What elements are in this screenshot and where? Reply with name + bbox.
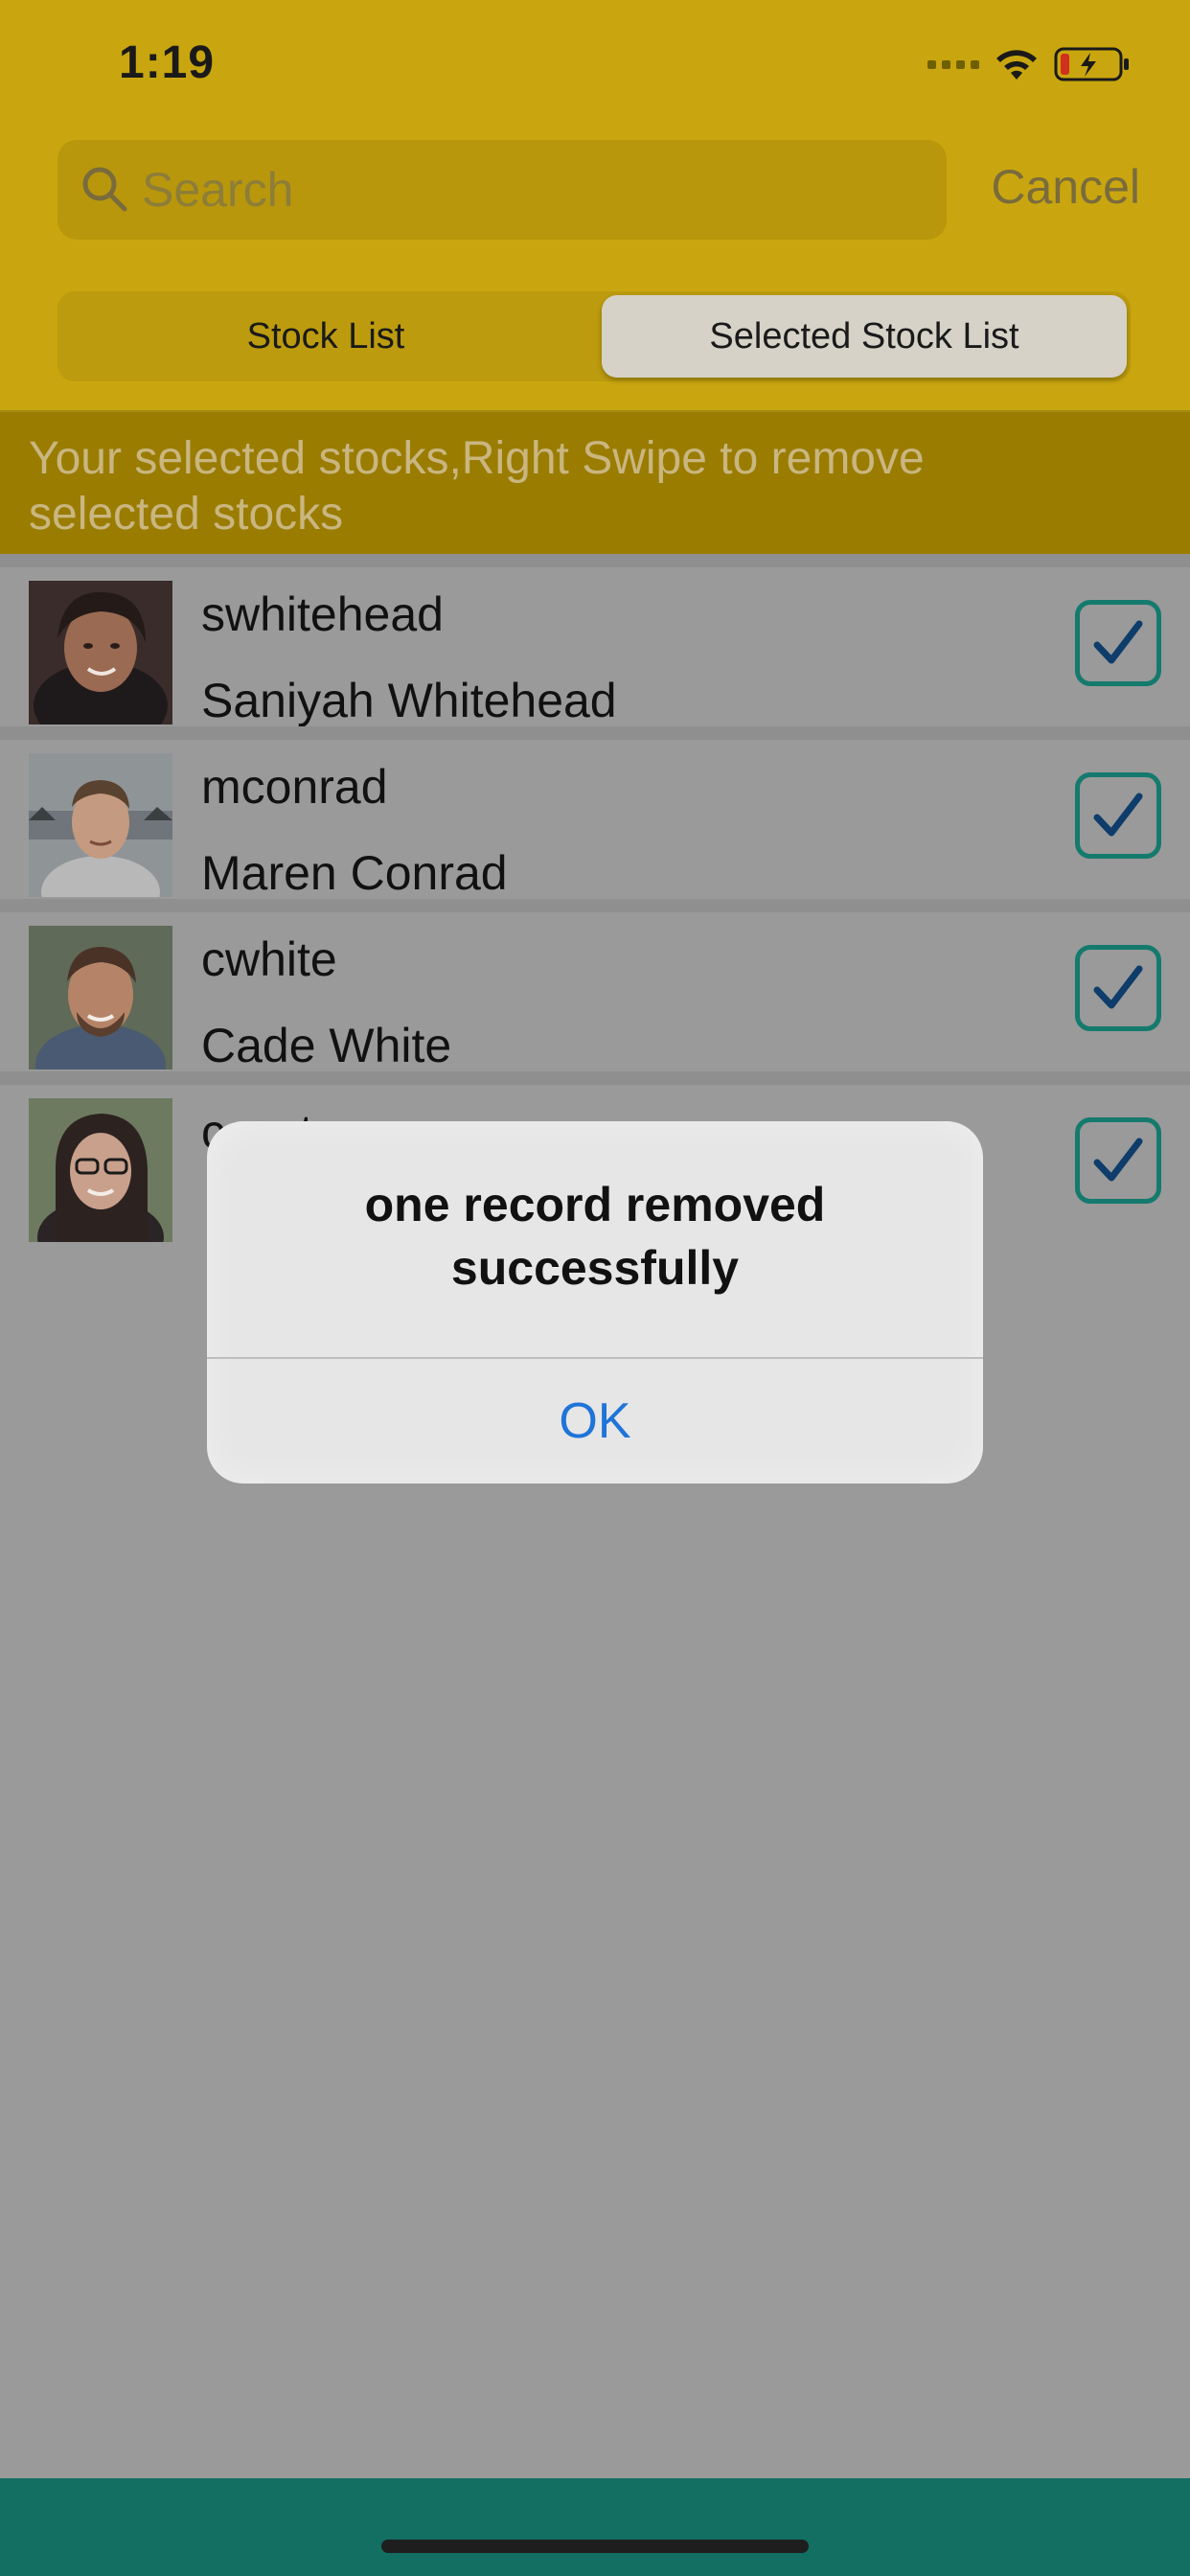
checkmark-icon — [1093, 620, 1143, 664]
ok-button[interactable]: OK — [207, 1359, 983, 1484]
checkbox[interactable] — [1075, 772, 1161, 859]
list-item[interactable]: swhitehead Saniyah Whitehead — [0, 554, 1190, 727]
checkbox[interactable] — [1075, 1117, 1161, 1204]
list-item[interactable]: cwhite Cade White — [0, 899, 1190, 1072]
banner-text: Your selected stocks,Right Swipe to remo… — [29, 433, 925, 540]
search-input[interactable] — [142, 162, 908, 218]
full-name: Saniyah Whitehead — [201, 674, 617, 727]
avatar — [29, 581, 172, 724]
search-box[interactable] — [57, 140, 947, 240]
checkmark-icon — [1093, 965, 1143, 1009]
checkbox[interactable] — [1075, 945, 1161, 1031]
alert-message: one record removed successfully — [364, 1178, 826, 1295]
status-icons — [927, 42, 1131, 86]
list-item[interactable]: mconrad Maren Conrad — [0, 726, 1190, 900]
alert-dialog: one record removed successfully OK — [207, 1121, 983, 1484]
status-bar: 1:19 — [0, 0, 1190, 125]
full-name: Cade White — [201, 1019, 452, 1072]
bottom-bar — [0, 2478, 1190, 2576]
username: swhitehead — [201, 587, 444, 641]
tab-stock-list[interactable]: Stock List — [61, 295, 590, 378]
tab-selected-stock-list[interactable]: Selected Stock List — [602, 295, 1127, 378]
info-banner: Your selected stocks,Right Swipe to remo… — [0, 412, 1190, 554]
screen: 1:19 Search Cancel Stock List Selected S… — [0, 0, 1190, 2576]
status-time: 1:19 — [119, 37, 216, 88]
avatar — [29, 1098, 172, 1242]
checkbox[interactable] — [1075, 600, 1161, 686]
checkmark-icon — [1093, 793, 1143, 837]
cancel-button[interactable]: Cancel — [991, 159, 1140, 215]
segmented-control: Stock List Selected Stock List — [57, 291, 1131, 381]
username: cwhite — [201, 932, 337, 986]
full-name: Maren Conrad — [201, 846, 508, 900]
username: mconrad — [201, 760, 388, 814]
header: 1:19 Search Cancel Stock List Selected S… — [0, 0, 1190, 410]
battery-icon — [1054, 47, 1129, 81]
checkmark-icon — [1093, 1138, 1143, 1182]
avatar — [29, 926, 172, 1070]
search-row: Cancel — [57, 140, 1140, 240]
home-indicator[interactable] — [381, 2540, 809, 2553]
cellular-signal-icon — [927, 59, 979, 69]
wifi-icon — [996, 50, 1037, 80]
avatar — [29, 753, 172, 897]
search-icon — [82, 167, 127, 212]
